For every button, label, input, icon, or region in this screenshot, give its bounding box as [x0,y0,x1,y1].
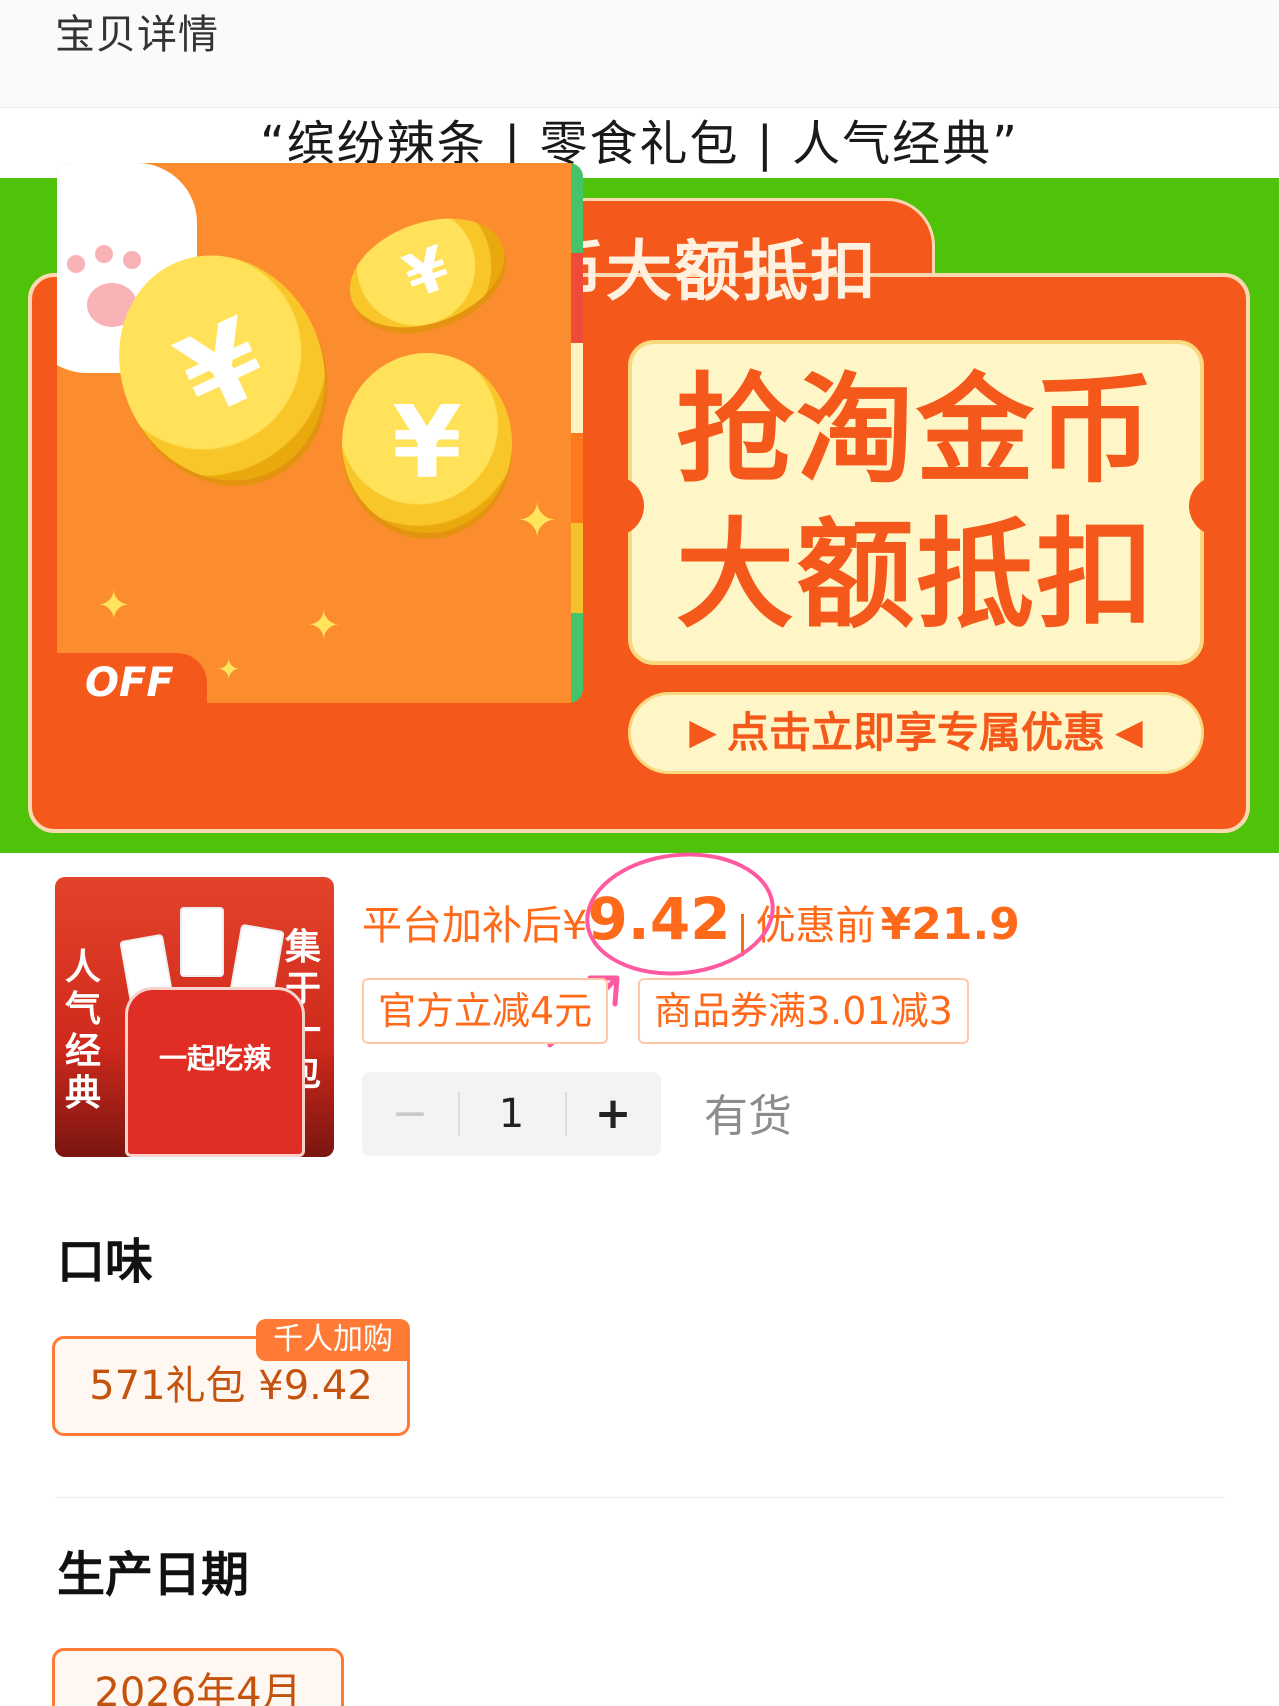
stripe-red [571,253,583,343]
stripe-green-2 [571,613,583,703]
stripe-green [571,163,583,253]
page-title: 宝贝详情 [55,12,219,58]
stripe-cream [571,343,583,433]
thumb-bag-text: 一起吃辣 [158,1042,271,1075]
coupon-store-voucher[interactable]: 商品券满3.01减3 [638,978,969,1044]
quantity-value[interactable]: 1 [458,1072,565,1156]
promo-headline-1: 抢淘金币 [675,361,1156,499]
coin-icon-bottom: ¥ [342,353,512,533]
snack-pack-icon [180,907,224,977]
popular-badge: 千人加购 [256,1319,410,1361]
price-label: 平台加补后 [362,903,562,949]
currency-symbol: ¥ [562,903,588,949]
cta-label: 点击立即享专属优惠 [726,708,1105,757]
product-thumbnail[interactable]: 人气经典 集于一包 一起吃辣 [55,877,334,1157]
stock-status: 有货 [704,1091,792,1142]
sparkle-icon: ✦ [217,653,241,686]
off-badge: OFF [57,653,207,703]
arrow-left-icon: ◀ [1115,712,1143,753]
quantity-stepper: − 1 + [362,1072,661,1156]
promo-cta-button[interactable]: ▶ 点击立即享专属优惠 ◀ [628,692,1204,774]
top-header: 宝贝详情 [0,0,1279,108]
production-date-option[interactable]: 2026年4月 [52,1648,344,1706]
thumb-left-text: 人气经典 [64,947,101,1114]
sparkle-icon: ✦ [307,603,341,649]
stripe-orange [571,433,583,523]
increment-button[interactable]: + [565,1072,661,1156]
section-divider [55,1497,1225,1498]
stripe-yellow [571,523,583,613]
promo-headline-2: 大额抵扣 [675,506,1156,644]
production-date-title: 生产日期 [57,1547,250,1603]
original-price: ¥21.9 [880,899,1020,950]
promo-coin-illustration: ¥ ¥ ¥ ✦ ✦ ✦ ✦ OFF [57,163,583,703]
decrement-button[interactable]: − [362,1072,458,1156]
coin-icon-top: ¥ [334,198,520,348]
sparkle-icon: ✦ [97,583,131,629]
coupon-official-discount[interactable]: 官方立减4元 [362,978,609,1044]
sparkle-icon: ✦ [517,493,558,549]
flavor-section-title: 口味 [57,1234,154,1290]
arrow-right-icon: ▶ [689,712,717,753]
